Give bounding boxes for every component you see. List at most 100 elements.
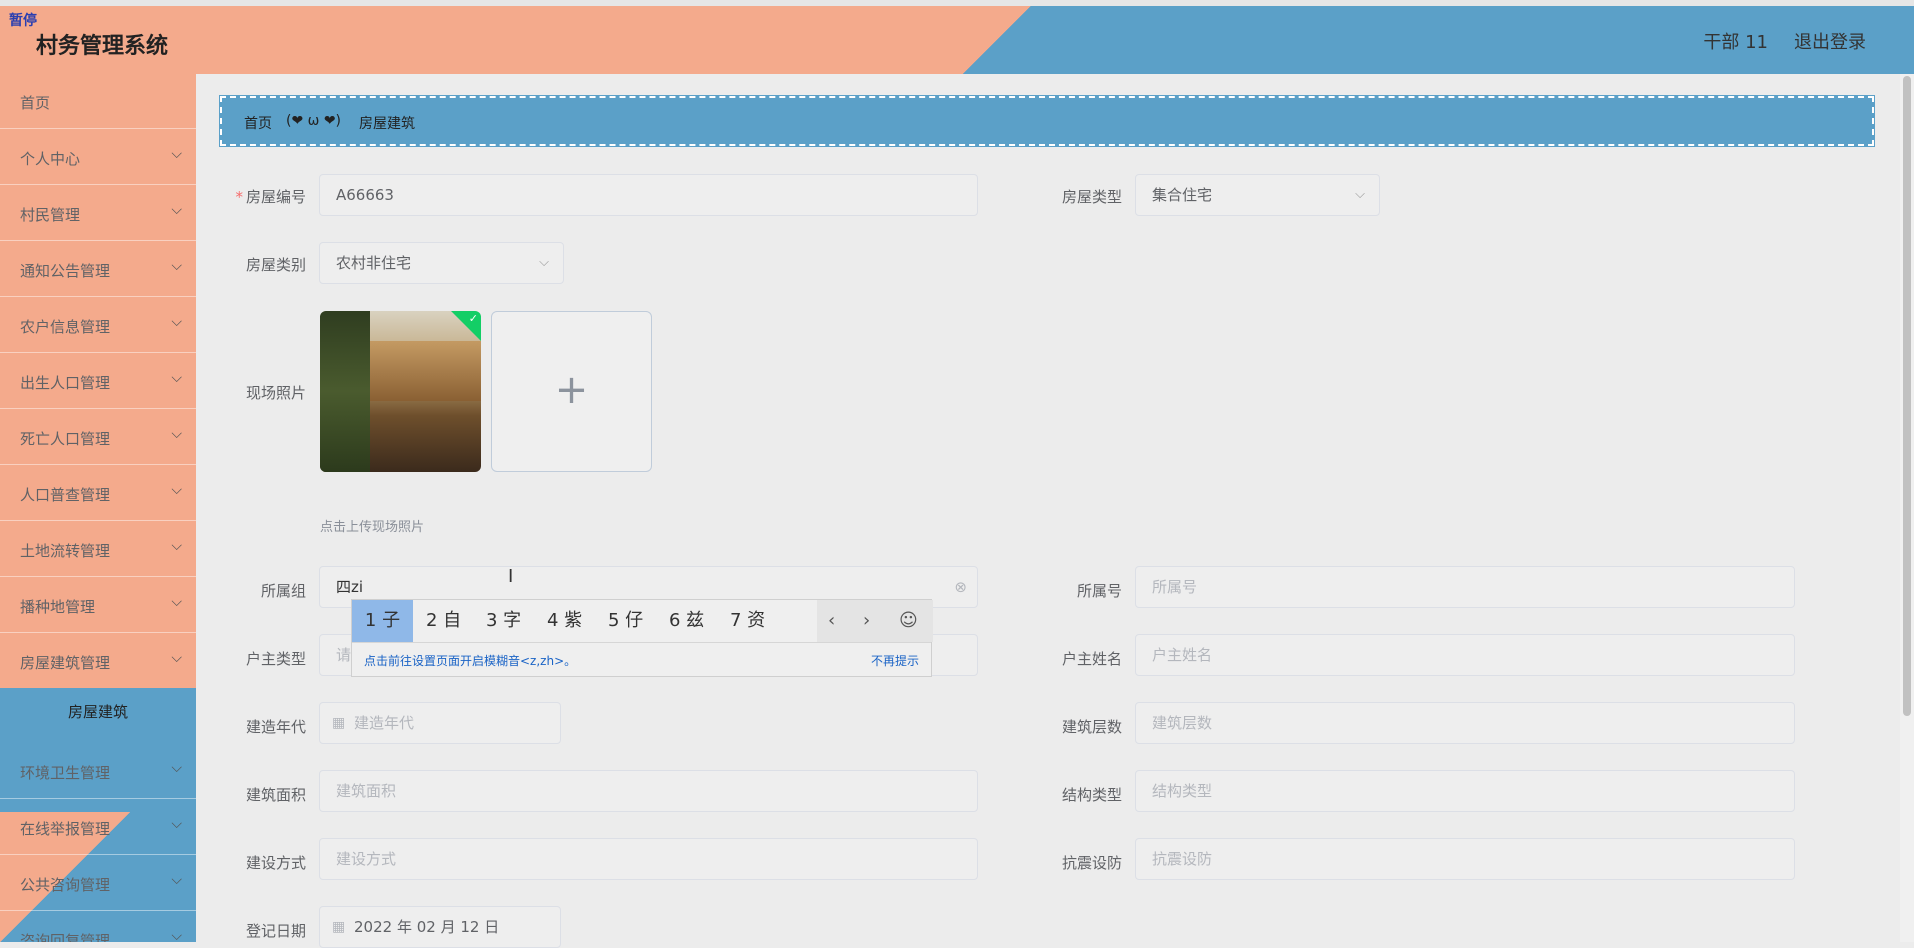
build-method-input[interactable]: 建设方式	[319, 838, 978, 880]
house-category-select[interactable]: 农村非住宅 ⌵	[319, 242, 564, 284]
sidebar-item-label: 房屋建筑管理	[20, 654, 111, 672]
ime-tip[interactable]: 点击前往设置页面开启模糊音<z,zh>。	[364, 652, 576, 669]
house-category-label: 房屋类别	[245, 256, 306, 274]
sidebar-item-label: 咨询回复管理	[20, 932, 111, 942]
sidebar-item[interactable]: 通知公告管理 ⌵	[0, 242, 196, 297]
app-header: 暂停 村务管理系统 干部 11 退出登录	[0, 6, 1914, 74]
chevron-down-icon: ⌵	[171, 202, 182, 218]
sidebar-item[interactable]: 土地流转管理 ⌵	[0, 522, 196, 577]
breadcrumb-current: 房屋建筑	[359, 116, 415, 132]
sidebar-item-label: 公共咨询管理	[20, 876, 111, 894]
sidebar-item[interactable]: 房屋建筑管理 ⌵	[0, 634, 196, 689]
ime-candidate[interactable]: 5 仔	[608, 600, 643, 642]
ime-candidate[interactable]: 6 兹	[669, 600, 704, 642]
sidebar-item[interactable]: 咨询回复管理 ⌵	[0, 912, 196, 942]
sidebar-item-label: 在线举报管理	[20, 820, 111, 838]
chevron-down-icon: ⌵	[171, 760, 182, 776]
ime-prev-icon[interactable]: ‹	[828, 600, 835, 642]
ime-candidate-window: 1 子 2 自 3 字 4 紫 5 仔 6 兹 7 资 ‹ › ☺ 点击前往设置…	[351, 599, 933, 677]
owner-name-input[interactable]: 户主姓名	[1135, 634, 1795, 676]
house-type-select[interactable]: 集合住宅 ⌵	[1135, 174, 1380, 216]
calendar-icon: ▦	[332, 919, 346, 935]
structure-label: 结构类型	[1061, 786, 1122, 804]
chevron-down-icon: ⌵	[171, 426, 182, 442]
upload-photo-button[interactable]: +	[491, 311, 652, 472]
chevron-down-icon: ⌵	[171, 928, 182, 942]
sidebar-item[interactable]: 公共咨询管理 ⌵	[0, 856, 196, 911]
breadcrumb-separator: (❤ ω ❤)	[286, 113, 342, 129]
build-method-label: 建设方式	[245, 854, 306, 872]
clear-icon[interactable]: ⊗	[954, 567, 967, 607]
group-label: 所属组	[260, 582, 306, 600]
photo-tree	[320, 311, 370, 472]
chevron-down-icon: ⌵	[171, 594, 182, 610]
chevron-down-icon: ⌵	[171, 258, 182, 274]
ime-candidate[interactable]: 4 紫	[547, 600, 582, 642]
chevron-down-icon: ⌵	[171, 872, 182, 888]
sidebar-item-label: 村民管理	[20, 206, 81, 224]
reg-date-label: 登记日期	[245, 922, 306, 940]
chevron-down-icon: ⌵	[171, 816, 182, 832]
photo-building	[370, 341, 481, 401]
house-no-input[interactable]: A66663	[319, 174, 978, 216]
ime-candidate[interactable]: 2 自	[426, 600, 461, 642]
upload-hint: 点击上传现场照片	[320, 520, 425, 535]
owner-type-label: 户主类型	[245, 650, 306, 668]
photo-label: 现场照片	[245, 384, 306, 402]
sidebar-item-label: 人口普查管理	[20, 486, 111, 504]
chevron-down-icon: ⌵	[171, 538, 182, 554]
sidebar-item-label: 播种地管理	[20, 598, 96, 616]
logout-button[interactable]: 退出登录	[1794, 28, 1866, 54]
ime-next-icon[interactable]: ›	[863, 600, 870, 642]
seismic-input[interactable]: 抗震设防	[1135, 838, 1795, 880]
sidebar-item-label: 通知公告管理	[20, 262, 111, 280]
house-num-label: 所属号	[1076, 582, 1122, 600]
house-no-label: * 房屋编号	[235, 188, 306, 206]
pause-badge: 暂停	[9, 13, 37, 29]
chevron-down-icon: ⌵	[1355, 187, 1365, 202]
ime-dismiss-tip[interactable]: 不再提示	[871, 652, 919, 669]
chevron-down-icon: ⌵	[171, 314, 182, 330]
sidebar-item[interactable]: 死亡人口管理 ⌵	[0, 410, 196, 465]
chevron-down-icon: ⌵	[539, 255, 549, 270]
ime-candidate[interactable]: 1 子	[352, 600, 413, 642]
sidebar-item[interactable]: 环境卫生管理 ⌵	[0, 744, 196, 799]
sidebar-item[interactable]: 个人中心 ⌵	[0, 130, 196, 185]
floors-label: 建筑层数	[1061, 718, 1122, 736]
breadcrumb-home[interactable]: 首页	[244, 113, 272, 133]
chevron-down-icon: ⌵	[171, 650, 182, 666]
seismic-label: 抗震设防	[1061, 854, 1122, 872]
structure-input[interactable]: 结构类型	[1135, 770, 1795, 812]
emoji-icon[interactable]: ☺	[899, 600, 918, 642]
sidebar-item[interactable]: 人口普查管理 ⌵	[0, 466, 196, 521]
ime-candidate[interactable]: 7 资	[730, 600, 765, 642]
sidebar-item-label: 土地流转管理	[20, 542, 111, 560]
floors-input[interactable]: 建筑层数	[1135, 702, 1795, 744]
chevron-down-icon: ⌵	[171, 370, 182, 386]
ime-tip-bar: 点击前往设置页面开启模糊音<z,zh>。 不再提示	[352, 642, 931, 677]
sidebar-subitem-house-building[interactable]: 房屋建筑	[0, 688, 196, 736]
sidebar-item[interactable]: 在线举报管理 ⌵	[0, 800, 196, 855]
house-num-input[interactable]: 所属号	[1135, 566, 1795, 608]
sidebar-item[interactable]: 村民管理 ⌵	[0, 186, 196, 241]
app-title: 村务管理系统	[36, 34, 169, 59]
owner-name-label: 户主姓名	[1061, 650, 1122, 668]
build-year-picker[interactable]: ▦ 建造年代	[319, 702, 561, 744]
sidebar-item[interactable]: 出生人口管理 ⌵	[0, 354, 196, 409]
sidebar-item-label: 死亡人口管理	[20, 430, 111, 448]
sidebar-item-label: 环境卫生管理	[20, 764, 111, 782]
sidebar-item-label: 出生人口管理	[20, 374, 111, 392]
uploaded-photo-thumbnail[interactable]: ✓	[320, 311, 481, 472]
sidebar: 首页 个人中心 ⌵ 村民管理 ⌵ 通知公告管理 ⌵ 农户信息管理 ⌵ 出生人口管理 ⌵ 死亡人口管理 ⌵…	[0, 74, 196, 942]
page-scrollbar[interactable]	[1900, 74, 1914, 942]
scrollbar-thumb[interactable]	[1903, 76, 1911, 716]
build-year-label: 建造年代	[245, 718, 306, 736]
sidebar-item-label: 首页	[20, 94, 51, 112]
chevron-down-icon: ⌵	[171, 482, 182, 498]
sidebar-item[interactable]: 首页	[0, 74, 196, 129]
calendar-icon: ▦	[332, 715, 346, 731]
sidebar-item[interactable]: 播种地管理 ⌵	[0, 578, 196, 633]
ime-candidate[interactable]: 3 字	[486, 600, 521, 642]
sidebar-item[interactable]: 农户信息管理 ⌵	[0, 298, 196, 353]
area-input[interactable]: 建筑面积	[319, 770, 978, 812]
